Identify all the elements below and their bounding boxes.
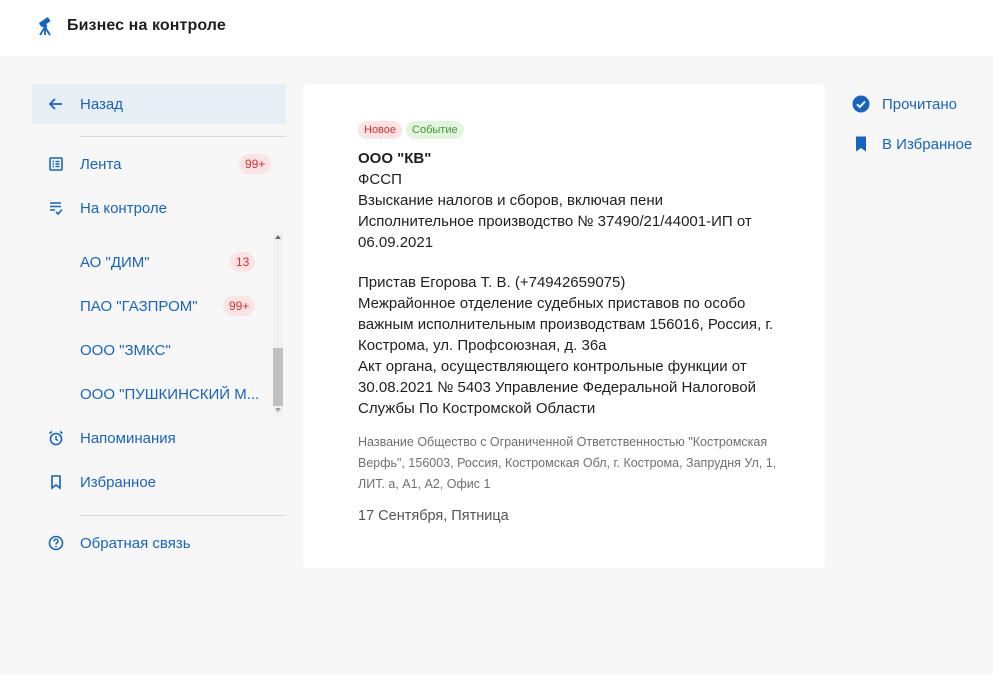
mark-read-label: Прочитано <box>882 95 957 113</box>
sidebar-item-label: Избранное <box>80 473 157 491</box>
sidebar-item-label: Напоминания <box>80 429 176 447</box>
add-to-favorites-label: В Избранное <box>882 135 973 153</box>
company-count-badge: 13 <box>230 252 256 272</box>
app-title: Бизнес на контроле <box>67 17 226 34</box>
mark-read-button[interactable]: Прочитано <box>852 92 957 116</box>
checklist-icon <box>50 202 63 216</box>
act-info: Акт органа, осуществляющего контрольные … <box>358 358 756 417</box>
debtor-info: Название Общество с Ограниченной Ответст… <box>358 435 777 491</box>
arrow-left-icon <box>48 98 62 110</box>
event-subject: Взыскание налогов и сборов, включая пени <box>358 192 663 209</box>
event-card: Новое Событие ООО "КВ" ФССП Взыскание на… <box>303 84 825 568</box>
back-button[interactable]: Назад <box>32 84 286 124</box>
company-name: АО "ДИМ" <box>80 253 150 271</box>
event-tags: Новое Событие <box>358 121 464 139</box>
sidebar-item-reminders[interactable]: Напоминания <box>32 418 286 458</box>
monitored-companies-list: АО "ДИМ" 13 ПАО "ГАЗПРОМ" 99+ ООО "ЗМКС"… <box>32 232 286 416</box>
divider <box>80 136 286 137</box>
help-circle-icon <box>48 535 64 551</box>
event-content: ООО "КВ" ФССП Взыскание налогов и сборов… <box>358 148 788 419</box>
check-circle-icon <box>852 95 870 113</box>
sidebar-item-feedback[interactable]: Обратная связь <box>32 523 286 563</box>
bookmark-filled-icon <box>856 136 866 152</box>
company-item[interactable]: ООО "ПУШКИНСКИЙ М... <box>80 374 276 414</box>
bailiff-info: Пристав Егорова Т. В. (+74942659075) <box>358 274 626 291</box>
scrollbar[interactable] <box>273 232 283 416</box>
feed-count-badge: 99+ <box>239 154 272 174</box>
company-name: ПАО "ГАЗПРОМ" <box>80 297 198 315</box>
add-to-favorites-button[interactable]: В Избранное <box>852 132 972 156</box>
sidebar-item-feed[interactable]: Лента 99+ <box>32 144 286 184</box>
sidebar-item-label: Лента <box>80 155 122 173</box>
telescope-icon <box>39 17 51 36</box>
company-name: ООО "ЗМКС" <box>80 341 171 359</box>
top-bar: Бизнес на контроле <box>0 0 993 56</box>
divider <box>80 515 286 516</box>
company-name: ООО "ПУШКИНСКИЙ М... <box>80 385 260 403</box>
sidebar-item-favorites[interactable]: Избранное <box>32 462 286 502</box>
event-date: 17 Сентября, Пятница <box>358 508 509 524</box>
proceeding-number: Исполнительное производство № 37490/21/4… <box>358 213 752 251</box>
scroll-down-arrow[interactable] <box>275 408 281 412</box>
event-tag: Событие <box>406 121 464 139</box>
company-item[interactable]: ООО "ЗМКС" <box>80 330 276 370</box>
sidebar-item-label: Обратная связь <box>80 534 191 552</box>
event-source: ФССП <box>358 171 402 188</box>
sidebar-item-monitored[interactable]: На контроле <box>32 188 286 228</box>
sidebar-item-label: На контроле <box>80 199 168 217</box>
new-tag: Новое <box>358 121 403 139</box>
scrollbar-thumb[interactable] <box>273 348 283 406</box>
company-count-badge: 99+ <box>223 296 256 316</box>
alarm-clock-icon <box>49 430 63 446</box>
department-info: Межрайонное отделение судебных приставов… <box>358 295 774 354</box>
company-item[interactable]: ПАО "ГАЗПРОМ" 99+ <box>80 286 276 326</box>
company-name: ООО "КВ" <box>358 150 432 167</box>
company-item[interactable]: АО "ДИМ" 13 <box>80 242 276 282</box>
list-icon <box>49 157 63 171</box>
back-label: Назад <box>80 95 123 113</box>
scroll-up-arrow[interactable] <box>275 235 281 239</box>
bookmark-icon <box>51 475 61 490</box>
